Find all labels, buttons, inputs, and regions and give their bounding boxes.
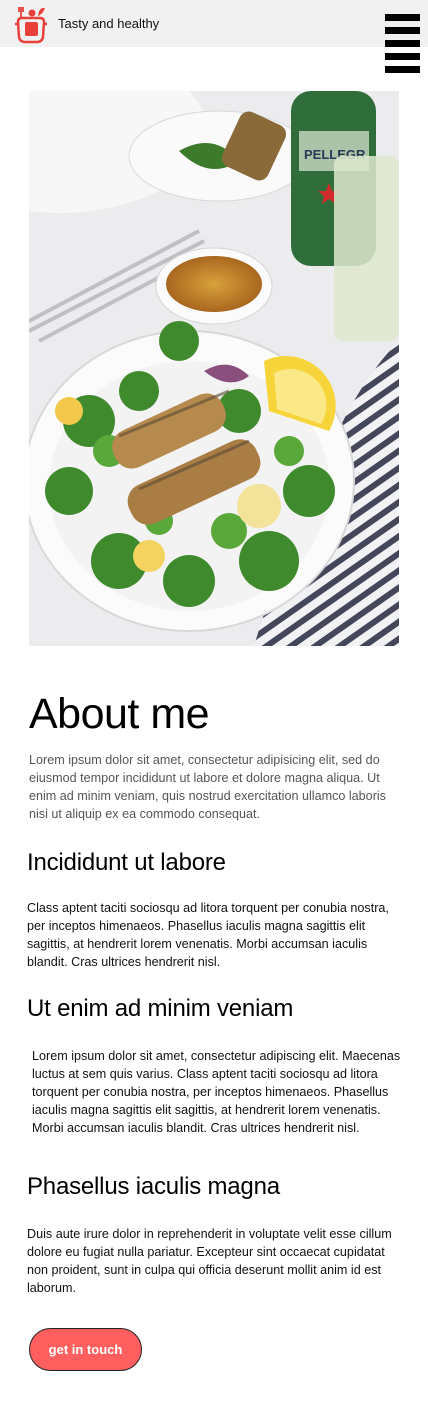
hamburger-menu-icon[interactable]	[385, 14, 420, 73]
section-title: Ut enim ad minim veniam	[27, 995, 294, 1022]
pot-logo-icon[interactable]	[12, 4, 48, 44]
hero-food-image: PELLEGR	[29, 91, 399, 646]
get-in-touch-button[interactable]: get in touch	[29, 1328, 142, 1371]
brand-name[interactable]: Tasty and healthy	[58, 15, 159, 32]
section-title: Phasellus iaculis magna	[27, 1173, 280, 1200]
section-text: Lorem ipsum dolor sit amet, consectetur …	[32, 1049, 401, 1135]
about-text: Lorem ipsum dolor sit amet, consectetur …	[29, 753, 386, 821]
section-title: Incididunt ut labore	[27, 849, 226, 876]
section-text: Class aptent taciti sociosqu ad litora t…	[27, 901, 389, 969]
site-header: Tasty and healthy	[0, 0, 428, 73]
section-text: Duis aute irure dolor in reprehenderit i…	[27, 1227, 392, 1295]
about-title: About me	[29, 690, 210, 738]
